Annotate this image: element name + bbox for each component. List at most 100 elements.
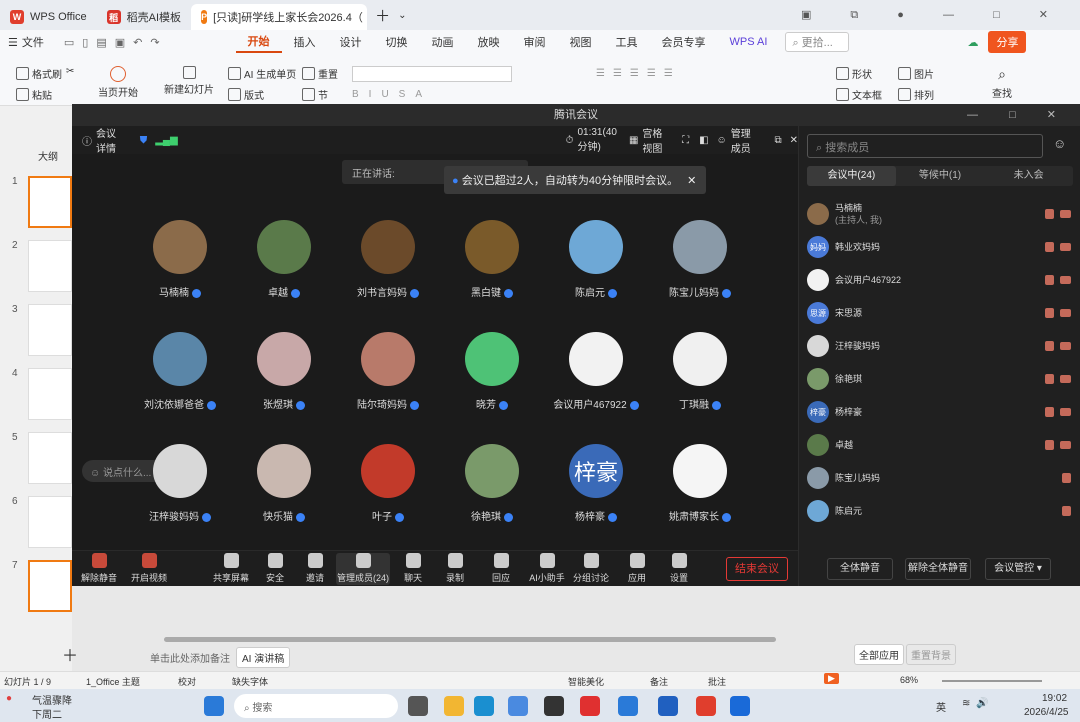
ime-indicator[interactable]: 英	[936, 699, 946, 714]
member-row[interactable]: 徐艳琪	[807, 363, 1071, 395]
share-button[interactable]: 分享	[988, 31, 1027, 53]
mic-muted-icon[interactable]	[1045, 209, 1054, 219]
menu-slideshow[interactable]: 放映	[466, 34, 512, 50]
unmute-button[interactable]: 解除静音	[74, 553, 124, 584]
participant-tile[interactable]: 姚肃博家长	[640, 432, 760, 542]
outline-tab[interactable]: 大纲	[38, 148, 58, 163]
search-box[interactable]: ⌕ 更拾...	[785, 32, 850, 52]
participant-tile[interactable]: 快乐猫	[224, 432, 344, 542]
meeting-details-button[interactable]: 会议详情	[96, 125, 118, 155]
tab-not-joined[interactable]: 未入会	[984, 166, 1073, 186]
hamburger-icon[interactable]: ☰	[8, 36, 18, 49]
mic-muted-icon[interactable]	[1062, 506, 1071, 516]
mic-muted-icon[interactable]	[1045, 440, 1054, 450]
participant-tile[interactable]: 陆尔琦妈妈	[328, 320, 448, 430]
participant-tile[interactable]: 丁琪融	[640, 320, 760, 430]
meeting-control-button[interactable]: 会议管控 ▾	[985, 558, 1051, 580]
taskbar-search[interactable]: ⌕ 搜索	[234, 694, 398, 718]
cloud-icon[interactable]: ☁	[967, 36, 978, 49]
menu-transition[interactable]: 切换	[374, 34, 420, 50]
file-explorer-icon[interactable]	[444, 696, 464, 716]
participant-tile[interactable]: 梓豪 杨梓豪	[536, 432, 656, 542]
unmute-all-button[interactable]: 解除全体静音	[905, 558, 971, 580]
tray-icons[interactable]: ≋🔊	[962, 698, 995, 709]
proofing-button[interactable]: 校对	[178, 675, 196, 688]
reset-background-button[interactable]: 重置背景	[906, 644, 956, 665]
missing-font-button[interactable]: 缺失字体	[232, 675, 268, 688]
slide-thumbnail[interactable]	[28, 560, 72, 612]
participant-tile[interactable]: 黑白键	[432, 208, 552, 318]
participant-tile[interactable]: 徐艳琪	[432, 432, 552, 542]
sidebar-toggle-icon[interactable]: ◧	[699, 135, 708, 146]
section-button[interactable]: 节	[302, 87, 328, 102]
mic-muted-icon[interactable]	[1062, 473, 1071, 483]
font-format-buttons[interactable]: BIUSA	[352, 87, 572, 101]
store-icon[interactable]	[508, 696, 528, 716]
menu-review[interactable]: 审阅	[512, 34, 558, 50]
fullscreen-icon[interactable]: ⛶	[682, 135, 689, 146]
slide-thumbnail[interactable]	[28, 368, 72, 420]
play-icon[interactable]: ▶	[824, 673, 839, 684]
zoom-level[interactable]: 68%	[900, 675, 918, 685]
breakout-button[interactable]: 分组讨论	[566, 553, 616, 584]
wps-taskbar-icon[interactable]	[696, 696, 716, 716]
camera-off-icon[interactable]	[1060, 441, 1071, 449]
clock-time[interactable]: 19:02	[1042, 693, 1067, 704]
member-row[interactable]: 卓越	[807, 429, 1071, 461]
cut-icon[interactable]: ✂	[66, 66, 74, 77]
react-button[interactable]: 回应	[476, 553, 526, 584]
shape-button[interactable]: 形状	[836, 66, 872, 81]
tencent-meeting-icon[interactable]	[730, 696, 750, 716]
shield-icon[interactable]: ⛊	[140, 135, 148, 146]
comment-button[interactable]: 批注	[708, 675, 726, 688]
camera-off-icon[interactable]	[1060, 210, 1071, 218]
invite-button[interactable]: 邀请	[290, 553, 340, 584]
settings-button[interactable]: 设置	[654, 553, 704, 584]
mic-muted-icon[interactable]	[1045, 275, 1054, 285]
tab-in-meeting[interactable]: 会议中(24)	[807, 166, 896, 186]
mic-muted-icon[interactable]	[1045, 341, 1054, 351]
add-slide-icon[interactable]: ＋	[62, 642, 78, 666]
meeting-window-controls[interactable]: ― □ ✕	[967, 104, 1070, 126]
new-tab-icon[interactable]: ＋	[375, 5, 390, 26]
close-notice-icon[interactable]: ✕	[687, 175, 696, 187]
menu-animation[interactable]: 动画	[420, 34, 466, 50]
participant-tile[interactable]: 刘沈依娜爸爸	[120, 320, 240, 430]
mic-muted-icon[interactable]	[1045, 407, 1054, 417]
popout-icon[interactable]: ⧉	[774, 135, 781, 146]
chevron-down-icon[interactable]: ⌄	[398, 10, 406, 21]
member-row[interactable]: 梓豪 杨梓豪	[807, 396, 1071, 428]
textbox-button[interactable]: 文本框	[836, 87, 882, 102]
menu-wps-ai[interactable]: WPS AI	[718, 36, 780, 48]
task-view-icon[interactable]	[408, 696, 428, 716]
menu-home[interactable]: 开始	[235, 31, 282, 53]
picture-button[interactable]: 图片	[898, 66, 934, 81]
menu-insert[interactable]: 插入	[282, 34, 328, 50]
tab-docer-ai[interactable]: 稻 稻壳AI模板	[97, 4, 191, 30]
participant-tile[interactable]: 刘书言妈妈	[328, 208, 448, 318]
participant-tile[interactable]: 陈宝儿妈妈	[640, 208, 760, 318]
participant-tile[interactable]: 张煜琪	[224, 320, 344, 430]
end-meeting-button[interactable]: 结束会议	[726, 557, 788, 581]
slide-thumbnail[interactable]	[28, 240, 72, 292]
reset-button[interactable]: 重置	[302, 66, 338, 81]
participant-tile[interactable]: 叶子	[328, 432, 448, 542]
format-painter-button[interactable]: 格式刷	[16, 66, 62, 81]
horizontal-scrollbar[interactable]	[164, 637, 776, 642]
edge-icon[interactable]	[474, 696, 494, 716]
apply-all-button[interactable]: 全部应用	[854, 644, 904, 665]
menu-view[interactable]: 视图	[558, 34, 604, 50]
ai-speech-button[interactable]: AI 演讲稿	[236, 647, 291, 668]
participant-tile[interactable]: 马楠楠	[120, 208, 240, 318]
notes-button[interactable]: 备注	[650, 675, 668, 688]
add-person-icon[interactable]: ☺	[1053, 136, 1066, 151]
slide-thumbnail[interactable]	[28, 496, 72, 548]
camera-off-icon[interactable]	[1060, 243, 1071, 251]
camera-off-icon[interactable]	[1060, 408, 1071, 416]
layout-button[interactable]: 版式	[228, 87, 264, 102]
video-button[interactable]: 开启视频	[124, 553, 174, 584]
grid-view-button[interactable]: 宫格视图	[642, 125, 664, 155]
weather-temp[interactable]: 气温骤降	[32, 692, 72, 707]
camera-off-icon[interactable]	[1060, 309, 1071, 317]
menu-member[interactable]: 会员专享	[650, 34, 718, 50]
